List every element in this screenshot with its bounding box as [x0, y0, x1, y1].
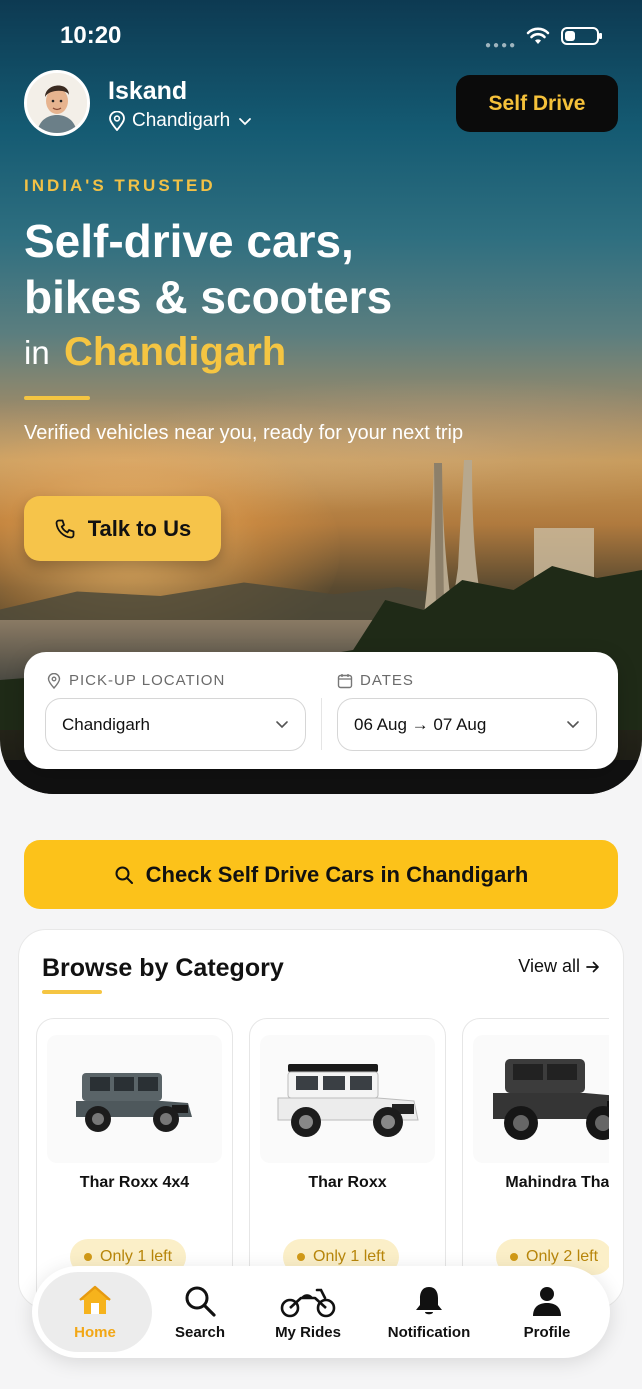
chevron-down-icon — [239, 118, 252, 126]
calendar-icon — [337, 673, 353, 688]
vehicle-name: Thar Roxx — [308, 1174, 387, 1191]
pickup-label: PICK-UP LOCATION — [46, 672, 225, 689]
stock-dot — [84, 1253, 92, 1261]
dates-value: 06 Aug → 07 Aug — [354, 714, 487, 734]
hero-headline-in: in — [24, 334, 50, 371]
city-selector[interactable]: Chandigarh — [108, 110, 252, 132]
battery-icon — [561, 27, 602, 45]
view-all-label: View all — [518, 956, 580, 976]
motorcycle-icon — [280, 1288, 336, 1317]
search-card: PICK-UP LOCATION DATES Chandigarh 06 Aug… — [24, 652, 618, 769]
self-drive-button[interactable]: Self Drive — [456, 75, 618, 132]
category-card[interactable]: Thar Roxx 4x4 Only 1 left — [36, 1018, 233, 1308]
stock-dot — [510, 1253, 518, 1261]
nav-home[interactable]: Home — [38, 1272, 152, 1352]
user-name: Iskand — [108, 77, 188, 105]
dates-label-text: DATES — [360, 672, 414, 689]
chevron-down-icon — [567, 721, 579, 729]
pickup-label-text: PICK-UP LOCATION — [69, 672, 226, 689]
location-pin-icon — [47, 672, 61, 689]
category-card[interactable]: Mahindra Thar Only 2 left — [462, 1018, 609, 1308]
talk-to-us-button[interactable]: Talk to Us — [24, 496, 221, 561]
category-title: Browse by Category — [42, 954, 284, 982]
hero-subtext: Verified vehicles near you, ready for yo… — [24, 422, 464, 444]
talk-to-us-label: Talk to Us — [87, 515, 192, 541]
city-label: Chandigarh — [132, 110, 231, 131]
bottom-navigation: Home Search My Rides Notification Profil… — [32, 1266, 610, 1358]
search-icon — [115, 866, 133, 884]
pickup-location-value: Chandigarh — [62, 714, 150, 734]
check-cars-button[interactable]: Check Self Drive Cars in Chandigarh — [24, 840, 618, 909]
stock-dot — [297, 1253, 305, 1261]
hero-headline-line1: Self-drive cars, — [24, 215, 354, 267]
vehicle-name: Thar Roxx 4x4 — [79, 1174, 190, 1191]
avatar[interactable] — [24, 70, 90, 136]
nav-notification[interactable]: Notification — [378, 1266, 480, 1358]
location-pin-icon — [109, 111, 125, 131]
stock-text: Only 2 left — [526, 1248, 599, 1265]
search-icon — [185, 1286, 216, 1317]
nav-my-rides[interactable]: My Rides — [264, 1266, 352, 1358]
dates-select[interactable]: 06 Aug → 07 Aug — [337, 698, 597, 751]
signal-icon: ●●●● — [485, 40, 518, 51]
stock-text: Only 1 left — [313, 1248, 386, 1265]
hero-headline-city: Chandigarh — [64, 330, 287, 374]
vehicle-image — [260, 1035, 435, 1163]
hero-headline: Self-drive cars, bikes & scooters — [24, 213, 392, 325]
hero-eyebrow: INDIA'S TRUSTED — [24, 176, 216, 195]
nav-notification-label: Notification — [387, 1323, 471, 1341]
category-panel: Browse by Category View all Thar Roxx 4x… — [18, 929, 624, 1309]
nav-profile[interactable]: Profile — [502, 1266, 592, 1358]
nav-profile-label: Profile — [523, 1323, 571, 1341]
vehicle-image — [473, 1035, 609, 1163]
nav-search-label: Search — [174, 1323, 226, 1341]
view-all-link[interactable]: View all — [518, 956, 600, 977]
pickup-location-select[interactable]: Chandigarh — [45, 698, 306, 751]
bell-icon — [416, 1286, 442, 1314]
arrow-right-icon — [586, 961, 599, 972]
category-title-underline — [42, 990, 102, 994]
field-divider — [321, 698, 322, 750]
home-icon — [79, 1285, 111, 1314]
hero-accent-line — [24, 396, 90, 400]
category-card[interactable]: Thar Roxx Only 1 left — [249, 1018, 446, 1308]
stock-text: Only 1 left — [100, 1248, 173, 1265]
status-time: 10:20 — [60, 22, 122, 49]
person-icon — [533, 1286, 561, 1316]
nav-home-label: Home — [74, 1323, 116, 1341]
vehicle-name: Mahindra Thar — [505, 1174, 609, 1191]
chevron-down-icon — [276, 721, 288, 729]
nav-my-rides-label: My Rides — [275, 1323, 341, 1341]
wifi-icon — [526, 27, 550, 44]
vehicle-image — [47, 1035, 222, 1163]
nav-search[interactable]: Search — [156, 1266, 244, 1358]
hero-headline-line2: bikes & scooters — [24, 271, 393, 323]
check-cars-label: Check Self Drive Cars in Chandigarh — [145, 861, 529, 887]
dates-label: DATES — [337, 672, 414, 689]
phone-icon — [55, 519, 75, 538]
